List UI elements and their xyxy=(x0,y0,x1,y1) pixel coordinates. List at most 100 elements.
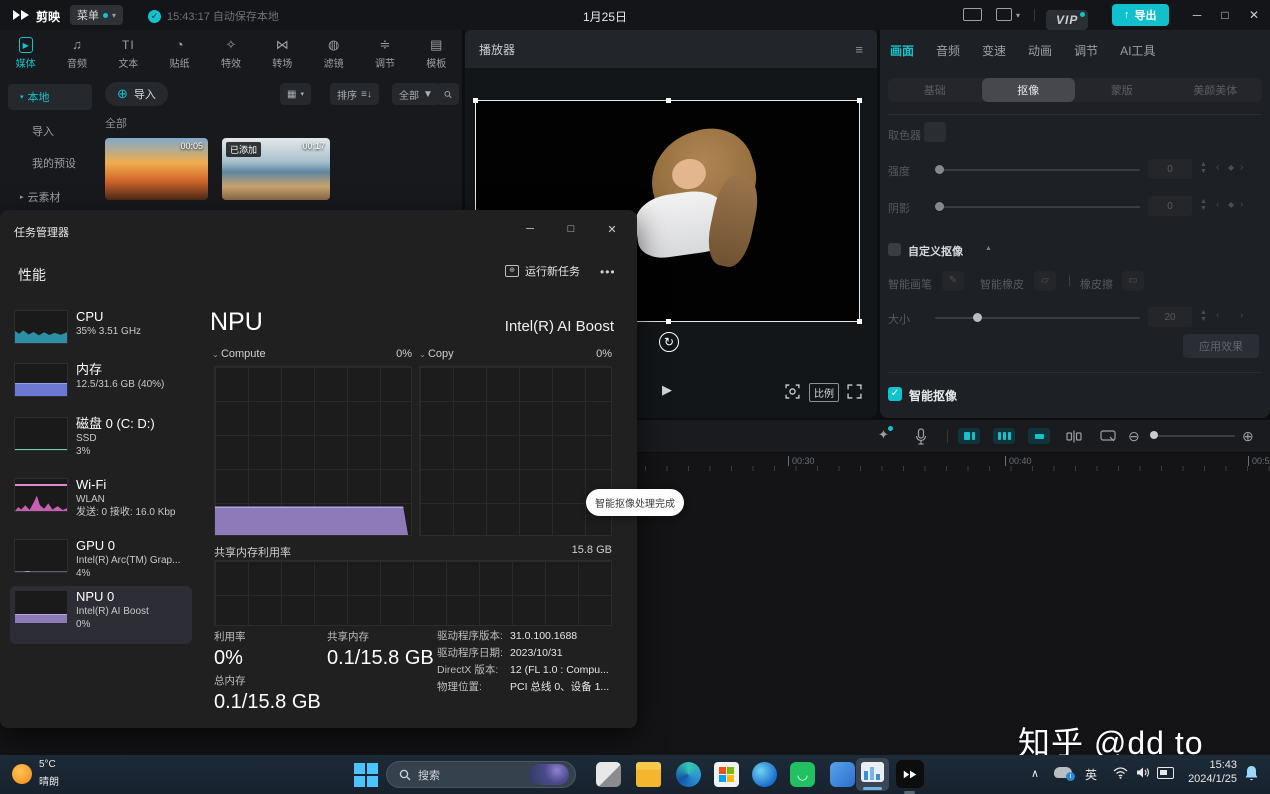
tab-adjust-props[interactable]: 调节 xyxy=(1074,42,1098,59)
magic-wand-icon[interactable]: ✦ xyxy=(878,427,889,443)
linkage-toggle-icon[interactable] xyxy=(993,428,1015,444)
media-clip-2[interactable]: 已添加 00:17 xyxy=(222,138,330,200)
keyboard-shortcuts-icon[interactable] xyxy=(963,8,982,21)
blue-app-icon[interactable] xyxy=(830,762,855,787)
next-keyframe-icon[interactable]: › xyxy=(1240,310,1243,321)
smart-brush-icon[interactable]: ✎ xyxy=(942,271,964,291)
subtab-matting[interactable]: 抠像 xyxy=(982,78,1076,102)
layout-caret-icon[interactable]: ▾ xyxy=(1016,11,1020,20)
subtab-mask[interactable]: 蒙版 xyxy=(1075,78,1169,102)
strength-slider[interactable] xyxy=(935,169,1140,171)
zoom-slider[interactable] xyxy=(1150,435,1235,437)
tm-minimize-button[interactable]: ─ xyxy=(515,216,545,242)
strength-value[interactable]: 0 xyxy=(1148,159,1192,179)
add-keyframe-icon[interactable]: ◆ xyxy=(1228,163,1234,172)
green-app-icon[interactable]: ◡ xyxy=(790,762,815,787)
speaker-icon[interactable] xyxy=(1136,766,1150,779)
export-button[interactable]: ↑导出 xyxy=(1112,4,1169,26)
shadow-value[interactable]: 0 xyxy=(1148,196,1192,216)
hamburger-icon[interactable]: ≡ xyxy=(855,42,863,57)
split-icon[interactable] xyxy=(1066,430,1082,443)
stepper-icon[interactable]: ▲▼ xyxy=(1200,198,1207,212)
ime-indicator[interactable]: 英 xyxy=(1085,766,1097,783)
preview-axis-toggle-icon[interactable] xyxy=(1028,428,1050,444)
sort-button[interactable]: 排序≡↓ xyxy=(330,83,379,105)
store-icon[interactable] xyxy=(714,762,739,787)
subtab-basic[interactable]: 基础 xyxy=(888,78,982,102)
chevron-up-icon[interactable]: ∧ xyxy=(1031,767,1039,780)
file-explorer-icon[interactable] xyxy=(636,762,661,787)
smart-matting-checkbox[interactable]: ✓ xyxy=(888,387,902,401)
tab-picture[interactable]: 画面 xyxy=(890,42,914,59)
mouse-mode-icon[interactable] xyxy=(1100,430,1116,443)
selection-handle[interactable] xyxy=(857,98,862,103)
selection-handle[interactable] xyxy=(857,319,862,324)
start-icon[interactable] xyxy=(354,763,378,787)
prev-keyframe-icon[interactable]: ‹ xyxy=(1216,310,1219,321)
copy-series-label[interactable]: ⌄ Copy xyxy=(419,348,454,360)
tab-ai-tools[interactable]: AI工具 xyxy=(1120,42,1155,59)
custom-matting-checkbox[interactable] xyxy=(888,243,901,256)
zoom-in-icon[interactable]: ⊕ xyxy=(1242,428,1254,445)
stepper-icon[interactable]: ▲▼ xyxy=(1200,161,1207,175)
sidebar-item-presets[interactable]: 我的预设 xyxy=(8,150,92,176)
add-keyframe-icon[interactable]: ◆ xyxy=(1228,200,1234,209)
onedrive-cloud-icon[interactable]: i xyxy=(1054,767,1072,778)
next-keyframe-icon[interactable]: › xyxy=(1240,162,1243,173)
next-keyframe-icon[interactable]: › xyxy=(1240,199,1243,210)
device-disk[interactable]: 磁盘 0 (C: D:)SSD3% xyxy=(10,413,192,471)
layout-switch-icon[interactable] xyxy=(996,8,1012,21)
prev-keyframe-icon[interactable]: ‹ xyxy=(1216,162,1219,173)
task-manager-taskbar-button[interactable] xyxy=(856,758,889,791)
smart-eraser-icon[interactable]: ▱ xyxy=(1034,271,1056,291)
zoom-slider-handle[interactable] xyxy=(1150,431,1158,439)
weather-temp[interactable]: 5°C xyxy=(39,759,56,770)
size-slider[interactable] xyxy=(935,317,1140,319)
slider-handle[interactable] xyxy=(973,313,982,322)
tray-time[interactable]: 15:43 xyxy=(1185,759,1237,771)
wifi-icon[interactable] xyxy=(1113,767,1128,779)
compute-series-label[interactable]: ⌄ Compute xyxy=(212,348,266,360)
device-wifi[interactable]: Wi-FiWLAN发送: 0 接收: 16.0 Kbp xyxy=(10,474,192,532)
slider-handle[interactable] xyxy=(935,202,944,211)
sidebar-item-local[interactable]: ▾本地 xyxy=(8,84,92,110)
tab-audio[interactable]: ♫音频 xyxy=(51,33,102,74)
ratio-button[interactable]: 比例 xyxy=(809,383,839,402)
tm-close-button[interactable]: ✕ xyxy=(597,216,627,242)
run-new-task-button[interactable]: ⊕ 运行新任务 xyxy=(505,263,580,279)
tab-filter[interactable]: ◍滤镜 xyxy=(308,33,359,74)
zoom-out-icon[interactable]: ⊖ xyxy=(1128,428,1140,445)
tab-adjust[interactable]: ≑调节 xyxy=(359,33,410,74)
tab-speed[interactable]: 变速 xyxy=(982,42,1006,59)
shadow-slider[interactable] xyxy=(935,206,1140,208)
device-gpu[interactable]: GPU 0Intel(R) Arc(TM) Grap...4% xyxy=(10,535,192,593)
tm-performance-tab[interactable]: 性能 xyxy=(18,265,46,285)
tab-sticker[interactable]: ◔贴纸 xyxy=(154,33,205,74)
eraser-icon[interactable]: ▭ xyxy=(1122,271,1144,291)
view-mode-button[interactable]: ▦▾ xyxy=(280,83,311,105)
media-clip-1[interactable]: 00:05 xyxy=(105,138,208,200)
window-close-button[interactable]: ✕ xyxy=(1240,0,1268,30)
vip-button[interactable]: VIP xyxy=(1046,10,1088,30)
collapse-caret-icon[interactable]: ▲ xyxy=(985,245,992,252)
play-button[interactable]: ▶ xyxy=(662,382,672,398)
sidebar-item-import[interactable]: 导入 xyxy=(8,118,92,144)
tab-media[interactable]: ▶媒体 xyxy=(0,33,51,74)
color-picker-swatch[interactable] xyxy=(924,122,946,142)
bell-icon[interactable] xyxy=(1244,765,1259,782)
apply-effect-button[interactable]: 应用效果 xyxy=(1183,334,1259,358)
tab-animation[interactable]: 动画 xyxy=(1028,42,1052,59)
device-npu[interactable]: NPU 0Intel(R) AI Boost0% xyxy=(10,586,192,644)
device-cpu[interactable]: CPU35% 3.51 GHz xyxy=(10,306,192,356)
selection-handle[interactable] xyxy=(666,319,671,324)
subtab-beauty[interactable]: 美颜美体 xyxy=(1169,78,1263,102)
tab-text[interactable]: TI文本 xyxy=(103,33,154,74)
tray-date[interactable]: 2024/1/25 xyxy=(1185,773,1237,785)
browser-icon[interactable] xyxy=(752,762,777,787)
tab-transition[interactable]: ⋈转场 xyxy=(257,33,308,74)
device-memory[interactable]: 内存12.5/31.6 GB (40%) xyxy=(10,359,192,409)
size-value[interactable]: 20 xyxy=(1148,307,1192,327)
search-box[interactable]: 搜索 xyxy=(386,761,576,788)
window-maximize-button[interactable]: □ xyxy=(1211,0,1239,30)
prev-keyframe-icon[interactable]: ‹ xyxy=(1216,199,1219,210)
